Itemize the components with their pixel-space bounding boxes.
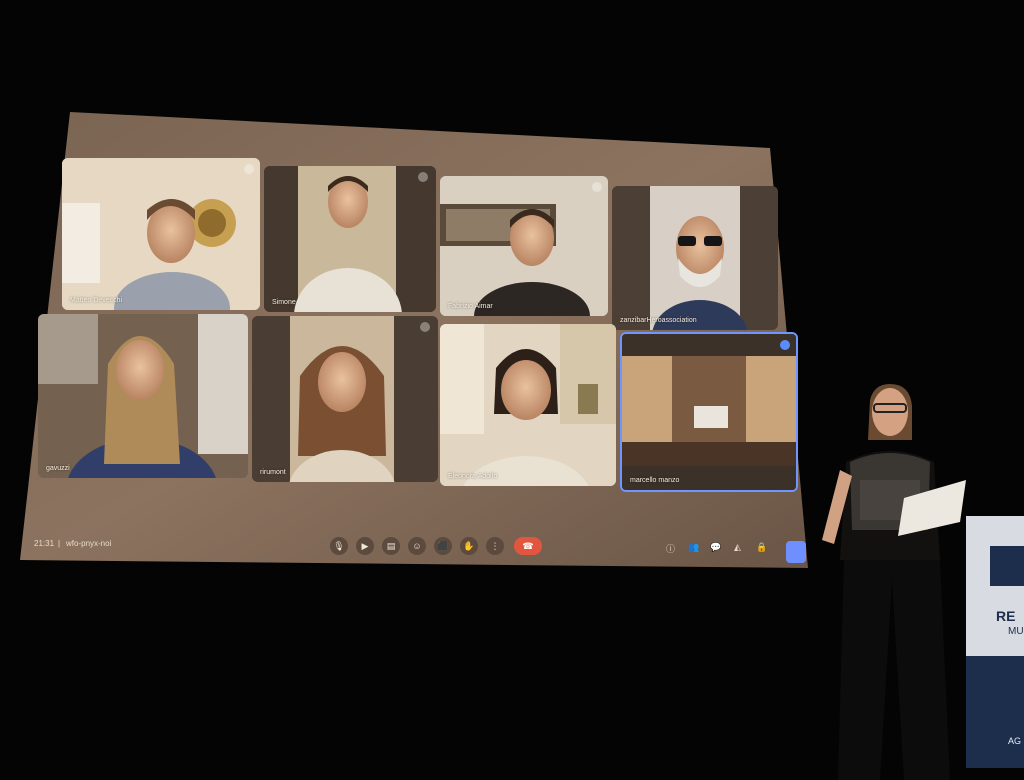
meeting-time: 21:31: [34, 539, 55, 548]
video-tile[interactable]: gavuzzi: [38, 314, 248, 478]
banner-footer: [966, 656, 1024, 768]
mute-indicator-icon: [592, 182, 602, 192]
pin-icon: [420, 322, 430, 332]
video-tile[interactable]: Fabrizio Aimar: [440, 176, 608, 316]
participant-name: Simone: [272, 299, 296, 306]
present-icon[interactable]: ⬛: [434, 537, 452, 555]
mute-indicator-icon: [244, 164, 254, 174]
banner-text: RE: [996, 608, 1016, 624]
participant-name: rirumont: [260, 469, 286, 476]
participant-video: [264, 166, 436, 312]
video-tile[interactable]: Simone: [264, 166, 436, 312]
participant-name: Matteo Devecchi: [70, 297, 123, 304]
raise-hand-icon[interactable]: ✋: [460, 537, 478, 555]
participant-video: [38, 314, 248, 478]
participant-video: [622, 334, 796, 490]
more-options-icon[interactable]: ⋮: [486, 537, 504, 555]
chat-icon[interactable]: 💬: [710, 542, 721, 553]
meeting-code: wfo-pnyx-noi: [66, 539, 112, 548]
emoji-icon[interactable]: ☺: [408, 537, 426, 555]
people-icon[interactable]: 👥: [688, 542, 699, 553]
more-options-icon[interactable]: [780, 340, 790, 350]
meeting-separator: |: [58, 539, 61, 548]
activities-icon[interactable]: ◭: [734, 542, 741, 553]
hangup-icon[interactable]: ☎: [514, 537, 542, 555]
banner-text: MU: [1008, 626, 1024, 637]
participant-video: [440, 324, 616, 486]
mic-icon[interactable]: 🎙: [330, 537, 348, 555]
camera-icon[interactable]: ▶: [356, 537, 374, 555]
video-tile[interactable]: Matteo Devecchi: [62, 158, 260, 310]
participant-video: [440, 176, 608, 316]
captions-icon[interactable]: ▤: [382, 537, 400, 555]
participant-name: Fabrizio Aimar: [448, 303, 493, 310]
video-tile[interactable]: Eleonora Adolfo: [440, 324, 616, 486]
video-tile-active[interactable]: marcello manzo: [620, 332, 798, 492]
participant-name: zanzibarHeroassociation: [620, 317, 697, 324]
participant-video: [62, 158, 260, 310]
stage-banner: RE MU AG: [966, 516, 1024, 768]
host-controls-icon[interactable]: 🔒: [756, 542, 767, 553]
banner-text: AG: [1008, 736, 1022, 746]
info-icon[interactable]: ⓘ: [666, 542, 675, 555]
video-tile[interactable]: zanzibarHeroassociation: [612, 186, 778, 330]
pin-icon: [418, 172, 428, 182]
participant-video: [252, 316, 438, 482]
participant-name: gavuzzi: [46, 465, 70, 472]
participant-name: marcello manzo: [630, 477, 680, 484]
participant-name: Eleonora Adolfo: [448, 473, 498, 480]
participant-video: [612, 186, 778, 330]
banner-logo: [990, 546, 1024, 586]
video-tile[interactable]: rirumont: [252, 316, 438, 482]
